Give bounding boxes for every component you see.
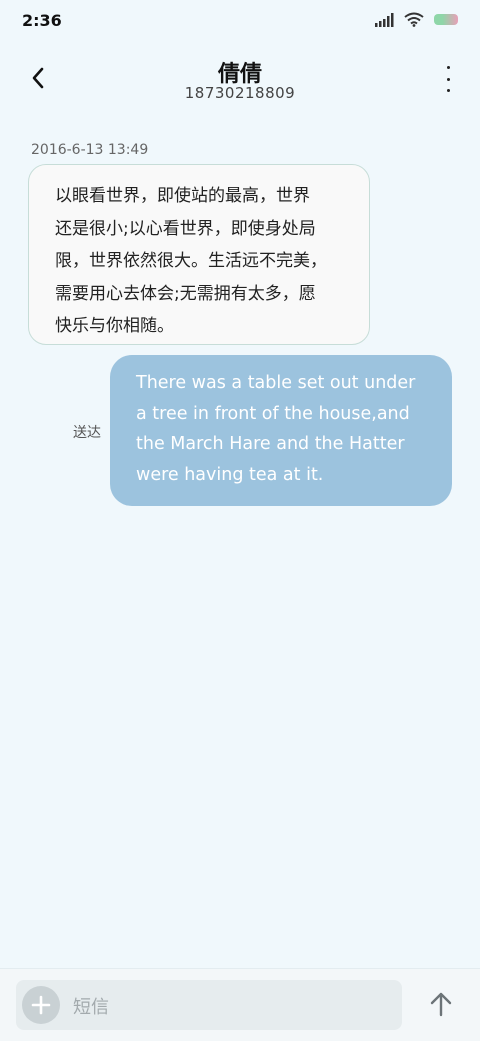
outgoing-message-bubble[interactable]: There was a table set out under a tree i… (110, 355, 452, 506)
more-options-icon[interactable] (442, 66, 454, 92)
add-attachment-button[interactable] (22, 986, 60, 1024)
status-bar: 2:36 (0, 0, 480, 44)
incoming-message-line: 需要用心去体会;无需拥有太多，愿 (55, 283, 316, 304)
delivery-status: 送达 (73, 425, 101, 441)
outgoing-message-line: a tree in front of the house,and (136, 403, 410, 424)
incoming-message-line: 还是很小;以心看世界，即使身处局 (55, 218, 316, 239)
status-time: 2:36 (22, 11, 62, 30)
status-icons (374, 12, 458, 27)
incoming-message-line: 快乐与你相随。 (55, 316, 174, 336)
composer-bar: 短信 (0, 968, 480, 1041)
outgoing-message-line: were having tea at it. (136, 464, 324, 485)
battery-icon (434, 14, 458, 25)
incoming-message-line: 限，世界依然很大。生活远不完美， (55, 251, 327, 271)
message-input-placeholder: 短信 (73, 997, 109, 1018)
send-arrow-icon (430, 992, 452, 1017)
outgoing-message-line: There was a table set out under (136, 373, 416, 393)
incoming-message-bubble[interactable]: 以眼看世界，即使站的最高，世界 还是很小;以心看世界，即使身处局 限，世界依然很… (28, 164, 370, 345)
incoming-message-line: 以眼看世界，即使站的最高，世界 (55, 186, 310, 206)
signal-icon (375, 12, 394, 27)
conversation-header: 倩倩 18730218809 (0, 52, 480, 108)
outgoing-message-line: the March Hare and the Hatter (136, 434, 405, 454)
message-timestamp: 2016-6-13 13:49 (31, 142, 149, 158)
plus-icon (31, 995, 51, 1015)
wifi-icon (404, 12, 424, 27)
message-input[interactable]: 短信 (16, 980, 402, 1030)
contact-phone-number: 18730218809 (184, 84, 296, 102)
send-button[interactable] (428, 989, 454, 1019)
